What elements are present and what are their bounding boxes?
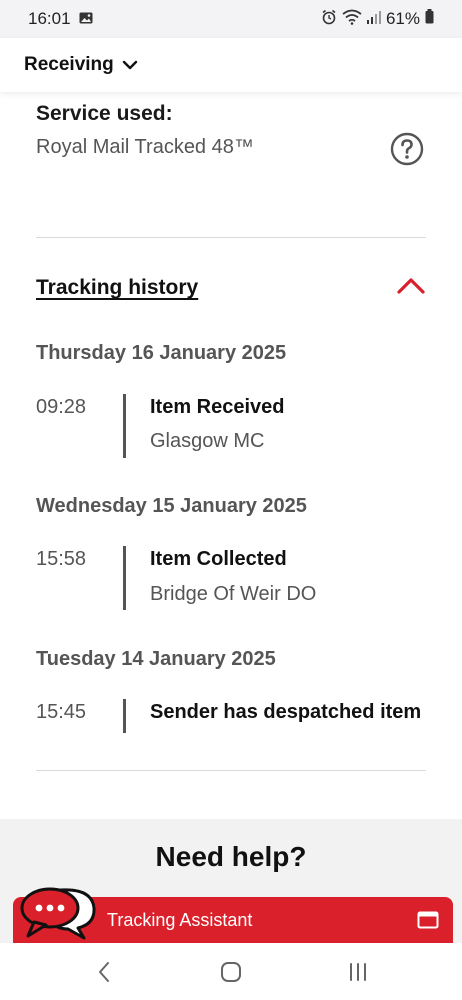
timeline-bar (123, 546, 126, 610)
tracking-history-title[interactable]: Tracking history (36, 276, 198, 300)
battery-percent: 61% (385, 9, 420, 28)
battery-icon (425, 9, 434, 29)
wifi-icon (342, 9, 362, 30)
timeline-bar (123, 699, 126, 733)
status-time: 16:01 (28, 9, 71, 28)
event-title: Sender has despatched item (150, 701, 422, 723)
event-title: Item Collected (150, 548, 287, 570)
image-icon (79, 9, 93, 29)
service-label: Service used: (36, 102, 173, 125)
receiving-dropdown[interactable]: Receiving (24, 54, 138, 76)
recents-icon[interactable] (328, 952, 388, 992)
status-left: 16:01 (28, 9, 93, 29)
event-time: 09:28 (36, 396, 87, 418)
event-location: Glasgow MC (150, 430, 265, 452)
day-heading: Wednesday 15 January 2025 (36, 495, 307, 517)
window-icon[interactable] (417, 911, 439, 934)
divider (36, 770, 426, 771)
event-time: 15:45 (36, 701, 87, 723)
status-bar: 16:01 61% (0, 0, 462, 38)
back-icon[interactable] (74, 952, 134, 992)
home-icon[interactable] (201, 952, 261, 992)
chevron-up-icon[interactable] (396, 276, 426, 296)
question-circle-icon[interactable] (390, 132, 424, 166)
header: Receiving (0, 38, 462, 92)
status-right: 61% (321, 9, 434, 30)
event-location: Bridge Of Weir DO (150, 583, 317, 605)
event-time: 15:58 (36, 548, 87, 570)
day-heading: Thursday 16 January 2025 (36, 342, 287, 364)
service-value: Royal Mail Tracked 48™ (36, 136, 254, 158)
signal-icon (366, 9, 381, 29)
chat-bubbles-icon[interactable] (20, 884, 100, 947)
alarm-icon (321, 9, 337, 30)
event-title: Item Received (150, 396, 285, 418)
system-nav-bar (0, 943, 462, 1000)
header-title: Receiving (24, 54, 114, 75)
timeline-bar (123, 394, 126, 458)
day-heading: Tuesday 14 January 2025 (36, 648, 276, 670)
chevron-down-icon (122, 60, 138, 70)
divider (36, 237, 426, 238)
tracking-assistant-label: Tracking Assistant (107, 910, 253, 930)
help-title: Need help? (155, 841, 307, 872)
